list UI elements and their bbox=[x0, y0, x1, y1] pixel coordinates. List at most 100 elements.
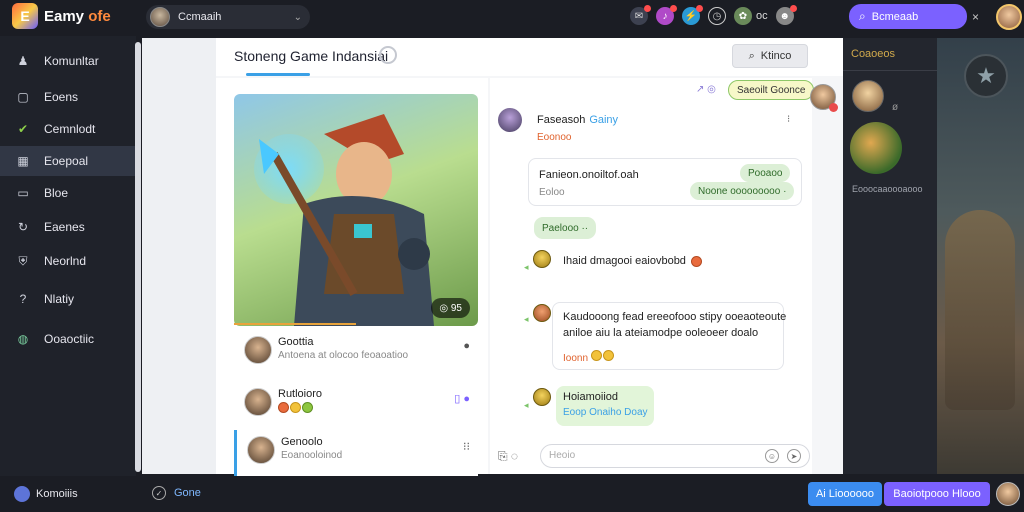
refresh-icon[interactable] bbox=[379, 46, 397, 64]
grid-icon: ▦ bbox=[17, 154, 29, 168]
avatar bbox=[533, 304, 551, 322]
send-icon[interactable]: ➤ bbox=[787, 449, 801, 463]
list-item[interactable]: Rutloioro ▯ ● bbox=[234, 382, 478, 430]
music-icon[interactable]: ♪ bbox=[656, 5, 677, 25]
reply-chip[interactable]: Pooaoo bbox=[740, 164, 791, 182]
sidebar-item-label: Eaenes bbox=[44, 220, 85, 234]
avatar bbox=[244, 388, 272, 416]
user-icon[interactable]: ☻ bbox=[775, 5, 797, 25]
sidebar-item-ooaoctiic[interactable]: ◍ Ooaoctiic bbox=[0, 324, 136, 354]
doc-icon: ▭ bbox=[17, 186, 29, 200]
list-item-sub: Antoena at olocoo feoaoatioo bbox=[278, 350, 409, 361]
square-icon: ▢ bbox=[17, 90, 29, 104]
check-icon: ✔ bbox=[17, 122, 29, 136]
header-button-label: Ktinco bbox=[760, 50, 792, 62]
primary-action-button[interactable]: Ai Lioooooo bbox=[808, 482, 882, 506]
card-sub: Eoloo bbox=[539, 187, 565, 198]
profile-avatar[interactable] bbox=[996, 4, 1022, 30]
message-input-placeholder: Heoio bbox=[549, 450, 576, 461]
emoji-icon[interactable]: ☺ bbox=[765, 449, 779, 463]
emoji-icon bbox=[302, 402, 313, 413]
arrow-icon: ◂ bbox=[524, 400, 529, 410]
game-icon[interactable]: ✿ bbox=[734, 7, 752, 25]
search-button-label: Bcmeaab bbox=[871, 10, 919, 23]
status-pill[interactable]: Saeoilt Goonce bbox=[728, 80, 815, 100]
star-icon: ★ bbox=[964, 54, 1008, 98]
status-icon: ● bbox=[463, 340, 470, 352]
list-item[interactable]: Goottia Antoena at olocoo feoaoatioo ● bbox=[234, 330, 478, 378]
bookmark-icon[interactable]: ▯ ● bbox=[454, 392, 470, 405]
list-item[interactable]: Genoolo Eoanooloinod ⁝⁝ bbox=[234, 430, 478, 478]
bottom-user[interactable]: Komoiiis bbox=[14, 486, 78, 502]
check-icon: ✓ bbox=[152, 486, 166, 500]
search-icon: ⌕ bbox=[859, 9, 866, 23]
sidebar-item-cemnlodt[interactable]: ✔ Cemnlodt bbox=[0, 114, 136, 144]
more-icon[interactable]: ⁝⁝ bbox=[463, 440, 470, 453]
app-name: Eamy ofe bbox=[44, 7, 111, 25]
logo-mark-icon: E bbox=[12, 3, 38, 29]
reply-chip[interactable]: Noone ooooooooo · bbox=[690, 182, 795, 200]
search-icon: ⌕ bbox=[748, 49, 755, 62]
search-button[interactable]: ⌕ Bcmeaab bbox=[849, 4, 967, 29]
secondary-action-button[interactable]: Baoiotpooo Hlooo bbox=[884, 482, 990, 506]
sidebar-item-label: Komunltar bbox=[44, 54, 99, 68]
attach-icon[interactable]: ⎘ ◌ bbox=[498, 449, 518, 464]
help-icon: ? bbox=[19, 292, 27, 306]
clock-icon[interactable]: ◷ bbox=[708, 7, 726, 25]
sidebar-item-bloe[interactable]: ▭ Bloe bbox=[0, 178, 136, 208]
more-icon[interactable]: ⁝ bbox=[787, 114, 790, 125]
mail-icon[interactable]: ✉ bbox=[630, 5, 651, 25]
sidebar-item-eaenes[interactable]: ↻ Eaenes bbox=[0, 212, 136, 242]
channel-select[interactable]: Ccmaaih ⌄ bbox=[146, 5, 310, 29]
game-character-illustration bbox=[259, 114, 434, 326]
header-action-button[interactable]: ⌕ Ktinco bbox=[732, 44, 808, 68]
message-text: Kaudooong fead ereeofooo stipy ooeaoteou… bbox=[563, 311, 787, 323]
emoji-icon bbox=[691, 256, 702, 267]
user-icon bbox=[14, 486, 30, 502]
active-tab-indicator bbox=[246, 73, 310, 76]
content-margin bbox=[142, 38, 216, 474]
page-title: Stoneng Game Indansiai bbox=[234, 48, 389, 64]
messenger-icon[interactable]: ⚡ bbox=[682, 5, 703, 25]
top-bar: E Eamy ofe Ccmaaih ⌄ ✉ ♪ ⚡ ◷ ✿ ос ☻ ⌕ Bc… bbox=[0, 0, 1024, 36]
sidebar-item-nlatiy[interactable]: ? Nlatiy bbox=[0, 284, 136, 314]
emoji-icon bbox=[290, 402, 301, 413]
avatar[interactable] bbox=[996, 482, 1020, 506]
message-author: Hoiamoiiod bbox=[563, 391, 619, 403]
notification-dot bbox=[829, 103, 838, 112]
chat-avatar[interactable] bbox=[810, 84, 838, 112]
avatar bbox=[247, 436, 275, 464]
list-item-name: Goottia bbox=[278, 336, 314, 348]
arrow-icon: ◂ bbox=[524, 262, 529, 272]
message-text: Ihaid dmagooi eaiovbobd bbox=[563, 255, 686, 267]
message-input[interactable]: Heoio ☺ ➤ bbox=[540, 444, 810, 468]
bottom-status[interactable]: ✓ Gone bbox=[152, 486, 201, 500]
background-figure bbox=[945, 210, 1015, 410]
close-icon[interactable]: × bbox=[972, 10, 979, 24]
channel-select-value: Ccmaaih bbox=[178, 11, 222, 23]
people-icon: ♟ bbox=[17, 54, 29, 68]
message-tag: Ioonn bbox=[563, 350, 615, 364]
image-icon: ◎ bbox=[439, 302, 451, 314]
sidebar-item-komunltar[interactable]: ♟ Komunltar bbox=[0, 46, 136, 76]
sidebar-scrollbar[interactable] bbox=[135, 42, 141, 472]
reaction-emojis bbox=[278, 402, 314, 416]
refresh-icon: ↻ bbox=[17, 220, 29, 234]
avatar[interactable] bbox=[498, 108, 522, 132]
sidebar-item-neorlnd[interactable]: ⛨ Neorlnd bbox=[0, 246, 136, 276]
app-logo[interactable]: E Eamy ofe bbox=[12, 3, 111, 29]
sidebar-item-eoepoal[interactable]: ▦ Eoepoal bbox=[0, 146, 136, 176]
right-panel-title: Coaoeos bbox=[851, 48, 896, 60]
hero-progress-line bbox=[234, 323, 356, 325]
pill-icons[interactable]: ↗ ◎ bbox=[696, 84, 716, 95]
chat-user-sub: Eoonoo bbox=[537, 132, 572, 143]
hero-image[interactable]: ◎ 95 bbox=[234, 94, 478, 326]
emoji-icon bbox=[278, 402, 289, 413]
sidebar-item-eoens[interactable]: ▢ Eoens bbox=[0, 82, 136, 112]
right-panel-count: ø bbox=[892, 102, 899, 113]
avatar[interactable] bbox=[852, 80, 884, 112]
reply-chip[interactable]: Paelooo ·· bbox=[534, 217, 597, 239]
game-avatar[interactable] bbox=[850, 122, 902, 174]
message-text: aniloe aiu la ateiamodpe ooleoeer doalo bbox=[563, 327, 759, 339]
divider bbox=[843, 70, 937, 71]
